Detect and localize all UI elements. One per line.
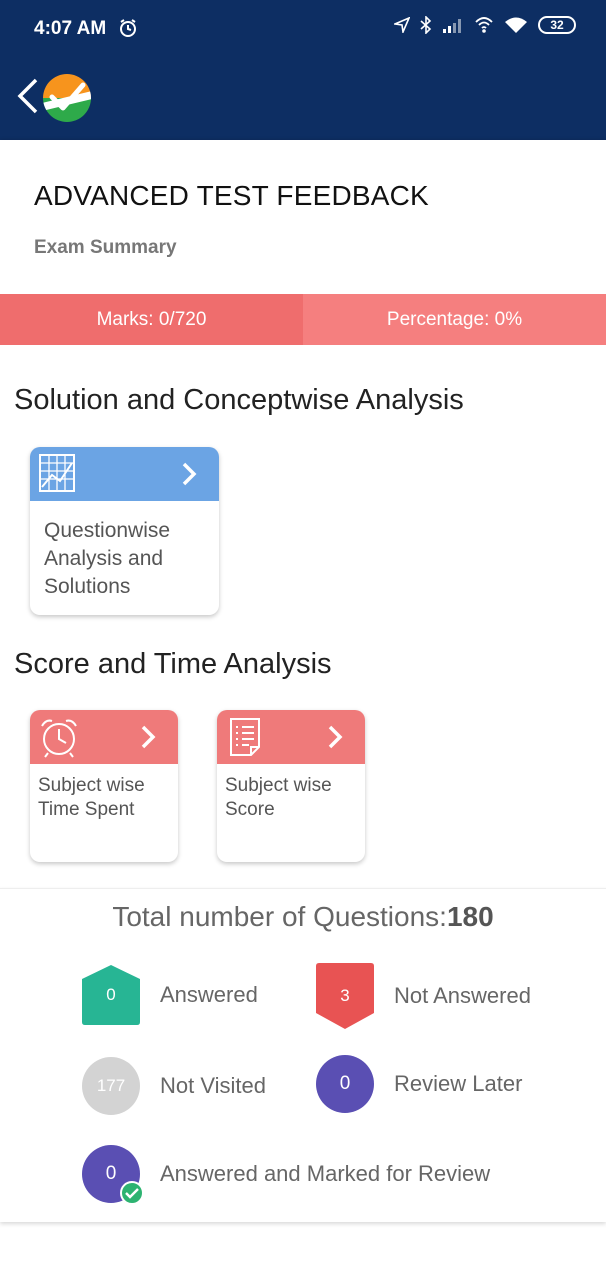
review-later-label: Review Later [394, 1071, 523, 1096]
chart-grid-icon [39, 454, 75, 492]
review-later-circle-icon: 0 [316, 1055, 374, 1113]
total-questions-label: Total number of Questions: [112, 901, 447, 932]
hotspot-icon [475, 17, 493, 33]
signal-icon [443, 19, 461, 33]
not-answered-label: Not Answered [394, 983, 531, 1008]
marks-value: Marks: 0/720 [0, 294, 303, 345]
status-icons: 32 [394, 16, 576, 34]
alarm-icon [120, 19, 136, 37]
not-visited-label: Not Visited [160, 1073, 266, 1098]
review-later-count: 0 [339, 1073, 351, 1094]
not-answered-shape-icon: 3 [316, 963, 374, 1029]
page-title: ADVANCED TEST FEEDBACK [34, 180, 429, 211]
answered-count: 0 [106, 985, 116, 1004]
not-visited-count: 177 [96, 1076, 126, 1095]
total-questions: Total number of Questions:180 [0, 901, 606, 933]
answered-label: Answered [160, 982, 258, 1007]
answered-marked-label: Answered and Marked for Review [160, 1161, 491, 1186]
bluetooth-icon [420, 16, 432, 34]
not-answered-count: 3 [340, 986, 350, 1005]
summary-strip: Marks: 0/720 Percentage: 0% [0, 294, 606, 345]
subject-score-card-header [217, 710, 365, 764]
alarm-clock-icon [41, 719, 77, 758]
time-spent-card-header [30, 710, 178, 764]
header-card: ADVANCED TEST FEEDBACK Exam Summary [0, 140, 606, 294]
chevron-right-icon [182, 462, 197, 486]
questionwise-card-label: Questionwise Analysis and Solutions [44, 519, 171, 598]
legend-not-visited: 177 Not Visited [82, 1057, 266, 1115]
app-bar [0, 58, 606, 140]
legend-answered-marked: 0 Answered and Marked for Review [82, 1145, 491, 1205]
answered-shape-icon: 0 [82, 965, 140, 1025]
legend-answered: 0 Answered [82, 965, 258, 1025]
total-questions-value: 180 [446, 901, 494, 932]
legend-not-answered: 3 Not Answered [316, 963, 531, 1029]
wifi-icon [505, 17, 527, 33]
time-spent-card-label: Subject wise Time Spent [38, 775, 145, 820]
legend-review-later: 0 Review Later [316, 1055, 522, 1113]
logo-check-icon [43, 74, 91, 122]
time-spent-card[interactable]: Subject wise Time Spent [30, 710, 178, 862]
questionwise-analysis-card[interactable]: Questionwise Analysis and Solutions [30, 447, 219, 615]
back-icon[interactable] [14, 76, 44, 116]
question-status-legend: Total number of Questions:180 0 Answered… [0, 888, 606, 1222]
percentage-value: Percentage: 0% [303, 294, 606, 345]
location-icon [394, 17, 410, 33]
status-bar: 4:07 AM 32 [0, 0, 606, 58]
page-subtitle: Exam Summary [34, 237, 177, 258]
subject-score-card-label: Subject wise Score [225, 775, 332, 820]
answered-marked-count: 0 [105, 1163, 117, 1184]
score-section-title: Score and Time Analysis [14, 648, 332, 680]
questionwise-card-header [30, 447, 219, 501]
battery-icon: 32 [538, 16, 576, 34]
not-visited-circle-icon: 177 [82, 1057, 140, 1115]
chevron-right-icon [328, 725, 343, 749]
subject-score-card[interactable]: Subject wise Score [217, 710, 365, 862]
check-badge-icon [120, 1181, 144, 1205]
answered-marked-circle-icon: 0 [82, 1145, 144, 1205]
solution-section-title: Solution and Conceptwise Analysis [14, 384, 464, 416]
chevron-right-icon [141, 725, 156, 749]
status-time: 4:07 AM [34, 18, 107, 39]
document-list-icon [230, 718, 260, 756]
